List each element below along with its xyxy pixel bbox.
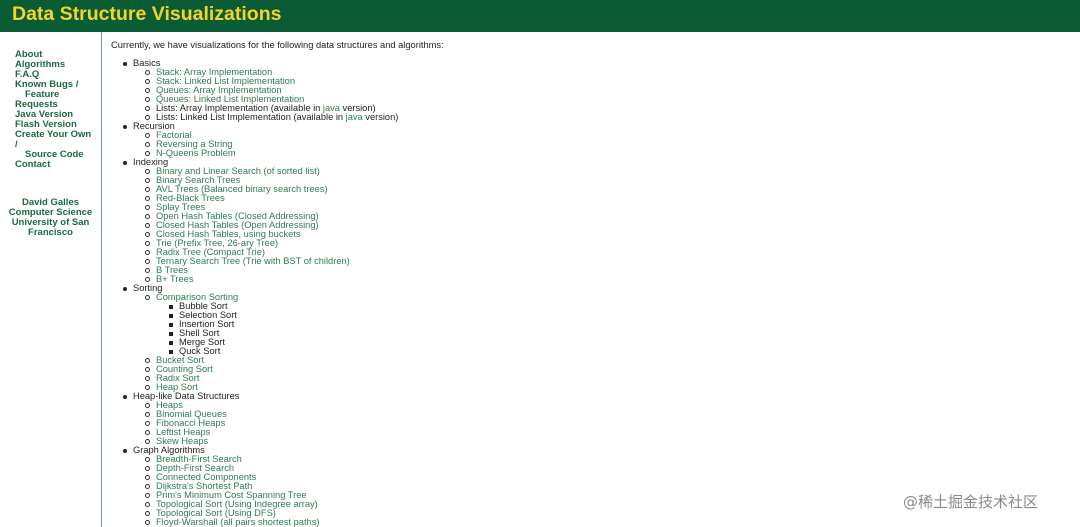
link-floyd-warshall-all-pairs-shortest-paths[interactable]: Floyd-Warshall (all pairs shortest paths… <box>156 517 319 527</box>
category-graph-algorithms: Graph Algorithms <box>111 445 1071 455</box>
intro-text: Currently, we have visualizations for th… <box>111 40 444 50</box>
page-title: Data Structure Visualizations <box>12 3 282 25</box>
category-sorting: Sorting <box>111 283 1071 293</box>
sidebar: About Algorithms F.A.Q Known Bugs / Feature R… <box>0 32 102 527</box>
list-item[interactable]: Connected Components <box>111 472 1071 482</box>
list-item[interactable]: Comparison Sorting <box>111 292 1071 302</box>
list-item[interactable]: Ternary Search Tree (Trie with BST of ch… <box>111 256 1071 266</box>
list-item[interactable]: Heaps <box>111 400 1071 410</box>
list-item[interactable]: Fibonacci Heaps <box>111 418 1071 428</box>
list-item[interactable]: Red-Black Trees <box>111 193 1071 203</box>
sub-item-quck-sort: Quck Sort <box>111 346 1071 356</box>
list-item: Lists: Linked List Implementation (avail… <box>111 112 1071 122</box>
list-item[interactable]: Bucket Sort <box>111 355 1071 365</box>
author-line[interactable]: Francisco <box>0 228 101 238</box>
item-text: Lists: Linked List Implementation (avail… <box>156 112 346 122</box>
author-info: David Galles Computer Science University o… <box>0 198 101 238</box>
list-item[interactable]: B Trees <box>111 265 1071 275</box>
list-item[interactable]: Binomial Queues <box>111 409 1071 419</box>
sidebar-link-contact[interactable]: Contact <box>15 160 99 170</box>
list-item[interactable]: Radix Sort <box>111 373 1071 383</box>
sub-item-bubble-sort: Bubble Sort <box>111 301 1071 311</box>
watermark: @稀土掘金技术社区 <box>903 493 1039 511</box>
header-bar: Data Structure Visualizations <box>0 0 1080 32</box>
sub-item-merge-sort: Merge Sort <box>111 337 1071 347</box>
category-heap-like-data-structures: Heap-like Data Structures <box>111 391 1071 401</box>
list-item[interactable]: AVL Trees (Balanced binary search trees) <box>111 184 1071 194</box>
list-item[interactable]: Floyd-Warshall (all pairs shortest paths… <box>111 517 1071 527</box>
list-item[interactable]: Leftist Heaps <box>111 427 1071 437</box>
list-item[interactable]: N-Queens Problem <box>111 148 1071 158</box>
main-content: Currently, we have visualizations for th… <box>111 40 1071 527</box>
list-item[interactable]: Skew Heaps <box>111 436 1071 446</box>
category-recursion: Recursion <box>111 121 1071 131</box>
list-item[interactable]: Heap Sort <box>111 382 1071 392</box>
list-item[interactable]: Breadth-First Search <box>111 454 1071 464</box>
list-item[interactable]: B+ Trees <box>111 274 1071 284</box>
list-item[interactable]: Binary and Linear Search (of sorted list… <box>111 166 1071 176</box>
sub-item-shell-sort: Shell Sort <box>111 328 1071 338</box>
java-version-link[interactable]: java <box>346 112 363 122</box>
category-list: Basics Stack: Array Implementation Stack: … <box>111 58 1071 527</box>
sidebar-nav: About Algorithms F.A.Q Known Bugs / Feature R… <box>15 50 99 170</box>
sub-item-selection-sort: Selection Sort <box>111 310 1071 320</box>
item-text: version) <box>362 112 399 122</box>
list-item[interactable]: Counting Sort <box>111 364 1071 374</box>
sidebar-link-create-your-own[interactable]: Create Your Own <box>15 130 99 140</box>
list-item[interactable]: Reversing a String <box>111 139 1071 149</box>
sub-item-insertion-sort: Insertion Sort <box>111 319 1071 329</box>
list-item[interactable]: Factorial <box>111 130 1071 140</box>
